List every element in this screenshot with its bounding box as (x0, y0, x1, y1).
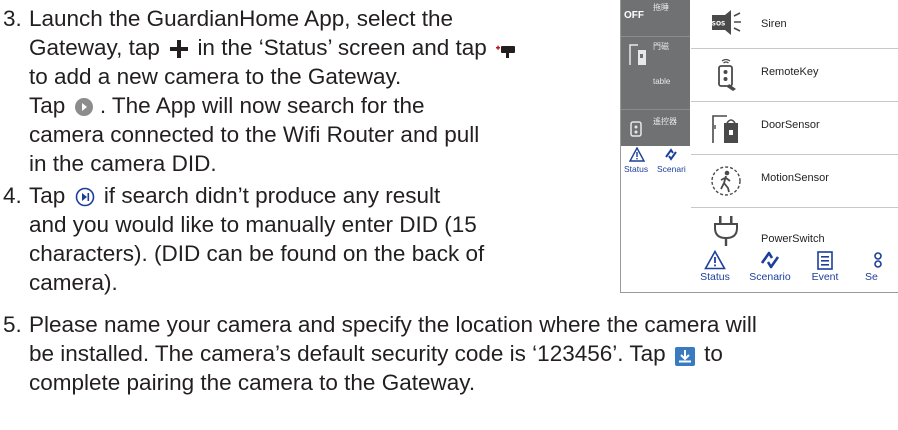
remote-small-icon (628, 116, 644, 140)
step-3-line-2: Gateway, tap in the ‘Status’ screen and … (29, 33, 518, 62)
step-5-line-2: be installed. The camera’s default secur… (29, 339, 723, 368)
tab-settings-label: Se (865, 271, 878, 283)
search-next-icon (74, 95, 94, 117)
step-5-line-3: complete pairing the camera to the Gatew… (29, 370, 476, 395)
step-4-line-2: and you would like to manually enter DID… (29, 212, 477, 237)
device-label-motion-sensor: MotionSensor (761, 172, 829, 184)
door-sensor-icon (709, 111, 743, 145)
plus-icon (169, 37, 189, 59)
step-4-number: 4. (3, 183, 22, 208)
event-icon (817, 251, 833, 270)
step-3-number: 3. (3, 6, 22, 31)
strip-tab-scenario: Scenari (657, 164, 686, 174)
step-5-text-a: be installed. The camera’s default secur… (29, 341, 666, 366)
remote-strip-label: 遙控器 (653, 117, 677, 126)
app-screenshot: OFF 拖睡 門磁 table 遙控器 Status Scenari SOS S… (620, 0, 898, 293)
bottom-tabbar: Status Scenario Event Se (691, 248, 898, 292)
device-label-power-switch: PowerSwitch (761, 233, 825, 245)
tab-status-label: Status (700, 271, 730, 283)
device-label-siren: Siren (761, 18, 787, 30)
remote-key-icon (709, 58, 743, 92)
off-sub-label: 拖睡 (653, 3, 669, 12)
device-label-remote-key: RemoteKey (761, 66, 819, 78)
step-4-line-1: Tap if search didn’t produce any result (29, 181, 440, 210)
step-4-line-4: camera). (29, 270, 118, 295)
tab-event-label: Event (811, 271, 839, 283)
svg-text:SOS: SOS (712, 21, 726, 28)
step-3-text-a: Gateway, tap (29, 35, 160, 60)
settings-icon (874, 252, 882, 268)
tab-status[interactable]: Status (691, 248, 739, 283)
step-5-line-1: Please name your camera and specify the … (29, 312, 757, 337)
device-item-remote-key[interactable]: RemoteKey (691, 49, 898, 102)
strip-warning-icon (628, 146, 646, 164)
background-screen-strip: OFF 拖睡 門磁 table 遙控器 Status Scenari (621, 0, 690, 178)
step-4-text-tap: Tap (29, 183, 66, 208)
tab-scenario-label: Scenario (749, 271, 791, 283)
step-3-line-1: Launch the GuardianHome App, select the (29, 6, 454, 31)
step-4-text-a: if search didn’t produce any result (103, 183, 441, 208)
motion-sensor-icon (709, 164, 743, 198)
manual-entry-icon (75, 185, 95, 207)
step-3-text-c: . The App will now search for the (99, 93, 425, 118)
tab-scenario[interactable]: Scenario (739, 248, 801, 283)
tab-settings[interactable]: Se (851, 248, 898, 283)
door-strip-label: 門磁 (653, 42, 669, 51)
step-3-line-3: to add a new camera to the Gateway. (29, 64, 402, 89)
strip-remote-cell: 遙控器 (621, 110, 690, 146)
step-5-number: 5. (3, 312, 22, 337)
step-3-text-tap: Tap (29, 93, 66, 118)
device-item-power-switch[interactable]: PowerSwitch (691, 208, 898, 248)
scenario-icon (760, 251, 780, 269)
step-5-text-b: to (704, 341, 723, 366)
step-3-line-5: camera connected to the Wifi Router and … (29, 122, 480, 147)
add-camera-icon (496, 38, 518, 59)
strip-off-cell: OFF 拖睡 (621, 0, 690, 37)
save-icon (674, 344, 695, 366)
strip-tab-status: Status (624, 164, 649, 174)
step-3-line-4: Tap . The App will now search for the (29, 91, 425, 120)
device-item-siren[interactable]: SOS Siren (691, 0, 898, 49)
tab-event[interactable]: Event (801, 248, 849, 283)
door-small-icon (628, 41, 648, 69)
step-4-line-3: characters). (DID can be found on the ba… (29, 241, 485, 266)
step-3-line-6: in the camera DID. (29, 151, 217, 176)
door-strip-sub: table (653, 77, 671, 86)
off-badge: OFF (624, 10, 644, 21)
siren-icon: SOS (709, 6, 743, 40)
warning-icon (704, 250, 726, 270)
strip-door-cell: 門磁 table (621, 37, 690, 110)
device-item-door-sensor[interactable]: DoorSensor (691, 102, 898, 155)
strip-tabbar: Status Scenari (621, 146, 690, 178)
device-label-door-sensor: DoorSensor (761, 119, 820, 131)
strip-scenario-icon (663, 147, 679, 164)
device-item-motion-sensor[interactable]: MotionSensor (691, 155, 898, 208)
step-3-text-b: in the ‘Status’ screen and tap (197, 35, 487, 60)
power-switch-icon (709, 214, 743, 248)
